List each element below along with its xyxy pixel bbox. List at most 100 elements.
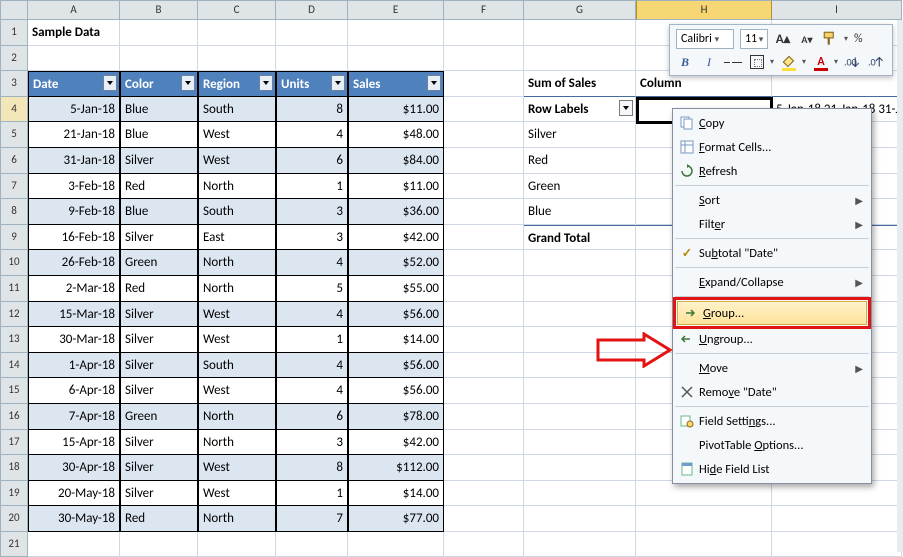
cell[interactable] (444, 455, 524, 481)
table-cell[interactable]: 20-May-18 (28, 481, 120, 507)
cell[interactable] (444, 481, 524, 507)
table-header[interactable]: Region (198, 71, 276, 97)
table-cell[interactable]: 9-Feb-18 (28, 199, 120, 225)
table-cell[interactable]: Green (120, 404, 198, 430)
row-header[interactable]: 4 (0, 97, 28, 123)
row-header[interactable]: 1 (0, 20, 28, 46)
table-cell[interactable]: West (198, 481, 276, 507)
table-cell[interactable]: Silver (120, 455, 198, 481)
table-cell[interactable]: West (198, 148, 276, 174)
cell[interactable] (524, 20, 636, 46)
table-cell[interactable]: 7 (276, 506, 348, 532)
mini-font-name[interactable]: Calibri ▾ (676, 29, 734, 49)
row-header[interactable]: 14 (0, 353, 28, 379)
cell[interactable] (524, 506, 636, 532)
table-cell[interactable]: West (198, 302, 276, 328)
column-header[interactable]: E (348, 0, 444, 20)
cell[interactable] (524, 455, 636, 481)
table-cell[interactable]: Blue (120, 199, 198, 225)
borders-icon[interactable] (748, 53, 766, 71)
table-cell[interactable]: 6-Apr-18 (28, 378, 120, 404)
menu-hide-field-list[interactable]: Hide Field List (673, 457, 871, 481)
table-cell[interactable]: 1 (276, 174, 348, 200)
menu-format-cells[interactable]: Format Cells... (673, 135, 871, 159)
menu-sort[interactable]: Sort ▶ (673, 188, 871, 212)
table-cell[interactable]: West (198, 327, 276, 353)
row-header[interactable]: 20 (0, 506, 28, 532)
table-cell[interactable]: 6 (276, 148, 348, 174)
table-cell[interactable]: $112.00 (348, 455, 444, 481)
pivot-sum-label[interactable]: Sum of Sales (524, 71, 636, 97)
cell[interactable] (120, 46, 198, 72)
fill-color-icon[interactable] (780, 53, 798, 71)
table-cell[interactable]: North (198, 506, 276, 532)
table-cell[interactable]: Silver (120, 327, 198, 353)
table-cell[interactable]: $55.00 (348, 276, 444, 302)
cell[interactable] (28, 532, 120, 557)
table-cell[interactable]: West (198, 122, 276, 148)
table-cell[interactable]: North (198, 250, 276, 276)
table-cell[interactable]: 30-Mar-18 (28, 327, 120, 353)
table-cell[interactable]: South (198, 353, 276, 379)
menu-subtotal-date[interactable]: ✓ Subtotal "Date" (673, 241, 871, 265)
table-cell[interactable]: 4 (276, 302, 348, 328)
column-header[interactable]: C (198, 0, 276, 20)
cell[interactable] (444, 148, 524, 174)
table-cell[interactable]: $84.00 (348, 148, 444, 174)
column-header[interactable]: F (444, 0, 524, 20)
row-header[interactable]: 11 (0, 276, 28, 302)
column-header[interactable]: A (28, 0, 120, 20)
table-cell[interactable]: Silver (120, 225, 198, 251)
table-cell[interactable]: Blue (120, 97, 198, 123)
table-cell[interactable]: $48.00 (348, 122, 444, 148)
cell[interactable] (636, 532, 772, 557)
table-cell[interactable]: Silver (120, 481, 198, 507)
cell[interactable] (444, 302, 524, 328)
menu-remove-date[interactable]: Remove "Date" (673, 380, 871, 404)
table-cell[interactable]: Silver (120, 353, 198, 379)
table-cell[interactable]: 15-Apr-18 (28, 430, 120, 456)
table-cell[interactable]: 1-Apr-18 (28, 353, 120, 379)
cell[interactable] (444, 199, 524, 225)
menu-filter[interactable]: Filter ▶ (673, 212, 871, 236)
cell[interactable] (524, 378, 636, 404)
table-cell[interactable]: 5-Jan-18 (28, 97, 120, 123)
row-header[interactable]: 21 (0, 532, 28, 557)
row-header[interactable]: 5 (0, 122, 28, 148)
cell[interactable] (444, 353, 524, 379)
table-cell[interactable]: 2-Mar-18 (28, 276, 120, 302)
table-cell[interactable]: Silver (120, 302, 198, 328)
table-cell[interactable]: Red (120, 174, 198, 200)
align-center-icon[interactable] (724, 53, 742, 71)
pivot-row-item[interactable]: Red (524, 148, 636, 174)
cell[interactable] (198, 532, 276, 557)
menu-ungroup[interactable]: Ungroup... (673, 327, 871, 351)
table-cell[interactable]: West (198, 378, 276, 404)
table-cell[interactable]: South (198, 97, 276, 123)
filter-dropdown-icon[interactable] (619, 100, 633, 116)
table-cell[interactable]: $52.00 (348, 250, 444, 276)
table-cell[interactable]: 30-Apr-18 (28, 455, 120, 481)
cell[interactable] (444, 327, 524, 353)
table-cell[interactable]: 4 (276, 353, 348, 379)
table-cell[interactable]: Red (120, 506, 198, 532)
table-cell[interactable]: 21-Jan-18 (28, 122, 120, 148)
cell[interactable] (444, 276, 524, 302)
cell[interactable] (524, 46, 636, 72)
mini-font-size[interactable]: 11 ▾ (740, 29, 768, 49)
cell[interactable] (524, 302, 636, 328)
cell[interactable] (772, 506, 902, 532)
table-cell[interactable]: $56.00 (348, 353, 444, 379)
filter-dropdown-icon[interactable] (427, 75, 441, 91)
column-header[interactable]: D (276, 0, 348, 20)
row-header[interactable]: 16 (0, 404, 28, 430)
table-cell[interactable]: North (198, 276, 276, 302)
column-header[interactable]: G (524, 0, 636, 20)
table-cell[interactable]: $77.00 (348, 506, 444, 532)
table-cell[interactable]: $11.00 (348, 97, 444, 123)
table-cell[interactable]: Silver (120, 148, 198, 174)
cell[interactable] (444, 46, 524, 72)
cell[interactable] (524, 250, 636, 276)
cell[interactable] (444, 225, 524, 251)
cell[interactable] (444, 532, 524, 557)
